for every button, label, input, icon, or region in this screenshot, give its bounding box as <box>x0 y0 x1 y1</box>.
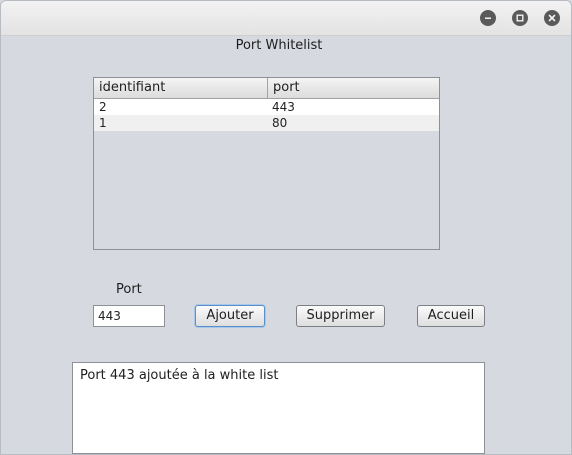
close-icon <box>548 14 556 22</box>
close-button[interactable] <box>544 10 560 26</box>
minimize-button[interactable] <box>480 10 496 26</box>
message-text: Port 443 ajoutée à la white list <box>80 368 279 383</box>
square-icon <box>516 14 524 22</box>
cell-identifiant: 1 <box>99 116 107 130</box>
port-input[interactable] <box>93 305 165 327</box>
home-button[interactable]: Accueil <box>417 305 485 327</box>
app-window: Port Whitelist identifiant port 2 443 1 … <box>0 0 572 455</box>
message-area[interactable]: Port 443 ajoutée à la white list <box>72 362 485 454</box>
delete-button[interactable]: Supprimer <box>296 305 385 327</box>
title-bar[interactable] <box>1 1 571 36</box>
cell-port: 80 <box>272 116 288 130</box>
port-label: Port <box>116 282 142 297</box>
table-row[interactable]: 1 80 <box>94 115 439 131</box>
column-header-port[interactable]: port <box>267 78 439 98</box>
page-title: Port Whitelist <box>235 38 323 53</box>
minus-icon <box>485 17 491 19</box>
add-button[interactable]: Ajouter <box>195 305 265 327</box>
cell-identifiant: 2 <box>99 100 107 114</box>
table-header: identifiant port <box>94 78 439 99</box>
cell-port: 443 <box>272 100 295 114</box>
whitelist-table[interactable]: identifiant port 2 443 1 80 <box>93 77 440 250</box>
maximize-button[interactable] <box>512 10 528 26</box>
column-header-identifiant[interactable]: identifiant <box>94 78 267 98</box>
table-row[interactable]: 2 443 <box>94 99 439 115</box>
